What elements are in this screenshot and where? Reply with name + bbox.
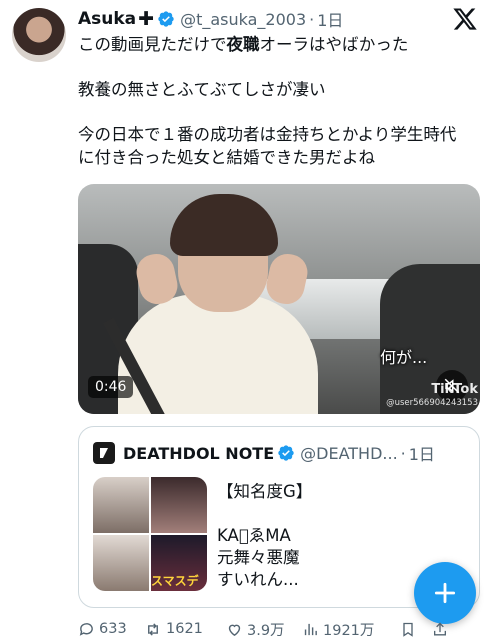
video-duration: 0:46 xyxy=(88,376,134,398)
views-count: 1921万 xyxy=(323,622,375,639)
plus-icon xyxy=(434,582,456,604)
quote-line-4: すいれん... xyxy=(217,570,299,589)
quote-line-1: 【知名度G】 xyxy=(217,482,313,501)
author-name-symbol: ✚ xyxy=(138,8,155,30)
quote-separator: · xyxy=(400,443,406,463)
video-watermark: TikTok xyxy=(431,382,478,397)
quote-image[interactable] xyxy=(93,477,149,533)
notebook-icon xyxy=(100,448,108,458)
compose-button[interactable] xyxy=(414,562,476,624)
video-watermark-user: @user566904243153 xyxy=(386,398,478,408)
repost-count: 1621 xyxy=(166,621,203,637)
repost-button[interactable]: 1621 xyxy=(144,621,226,638)
bookmark-icon xyxy=(403,622,413,637)
video-player[interactable]: 何が... 0:46 TikTok @user566904243153 xyxy=(78,184,480,414)
quote-author-handle[interactable]: @DEATHD... xyxy=(300,444,398,463)
tweet-time[interactable]: 1日 xyxy=(317,7,343,31)
header-separator: · xyxy=(309,9,315,29)
tweet-line-1: この動画見ただけで夜職オーラはやばかった xyxy=(78,35,409,54)
reply-button[interactable]: 633 xyxy=(78,621,144,638)
tweet-action-bar: 633 1621 3.9万 1921万 xyxy=(78,618,488,640)
author-name[interactable]: Asuka xyxy=(78,9,136,29)
tweet-header: Asuka ✚ @t_asuka_2003 · 1日 xyxy=(78,6,492,32)
share-button[interactable] xyxy=(432,621,456,638)
video-subtitle: 何が... xyxy=(380,348,428,367)
bookmark-button[interactable] xyxy=(400,621,432,638)
quote-line-2: KA゙ゑMA xyxy=(217,526,291,545)
tweet-line-4: に付き合った処女と結婚できた男だよね xyxy=(78,148,375,167)
reply-icon xyxy=(79,622,93,636)
share-icon xyxy=(434,622,446,635)
repost-icon xyxy=(148,622,158,636)
tweet-hashtag-bold: 夜職 xyxy=(226,35,260,54)
reply-count: 633 xyxy=(99,621,127,637)
tweet-text: この動画見ただけで夜職オーラはやばかった 教養の無さとふてぶてしさが凄い 今の日… xyxy=(78,33,486,169)
quote-avatar[interactable] xyxy=(93,442,115,464)
quote-header: DEATHDOL NOTE @DEATHD... · 1日 xyxy=(93,441,471,465)
quote-image[interactable] xyxy=(93,535,149,591)
tweet-line-2: 教養の無さとふてぶてしさが凄い xyxy=(78,80,326,99)
tweet-line-3: 今の日本で１番の成功者は金持ちとかより学生時代 xyxy=(78,125,457,144)
quote-text: 【知名度G】 KA゙ゑMA 元舞々悪魔 すいれん... xyxy=(217,481,312,591)
quote-image[interactable] xyxy=(151,477,207,533)
like-icon xyxy=(228,624,241,636)
like-button[interactable]: 3.9万 xyxy=(226,619,302,640)
author-handle[interactable]: @t_asuka_2003 xyxy=(180,10,306,29)
quote-line-3: 元舞々悪魔 xyxy=(217,548,300,567)
x-logo-icon[interactable] xyxy=(452,6,478,32)
quote-image-caption: スマスデ xyxy=(151,574,199,588)
verified-badge-icon xyxy=(158,11,174,27)
quote-image[interactable]: スマスデ xyxy=(151,535,207,591)
views-button[interactable]: 1921万 xyxy=(302,619,400,640)
verified-badge-icon xyxy=(278,445,294,461)
like-count: 3.9万 xyxy=(247,622,285,639)
author-avatar[interactable] xyxy=(12,8,66,62)
quote-author-name[interactable]: DEATHDOL NOTE xyxy=(123,444,274,463)
video-scene-hair xyxy=(170,194,278,256)
quote-time[interactable]: 1日 xyxy=(409,441,435,465)
views-icon xyxy=(304,623,317,635)
quote-image-grid[interactable]: スマスデ xyxy=(93,477,207,591)
